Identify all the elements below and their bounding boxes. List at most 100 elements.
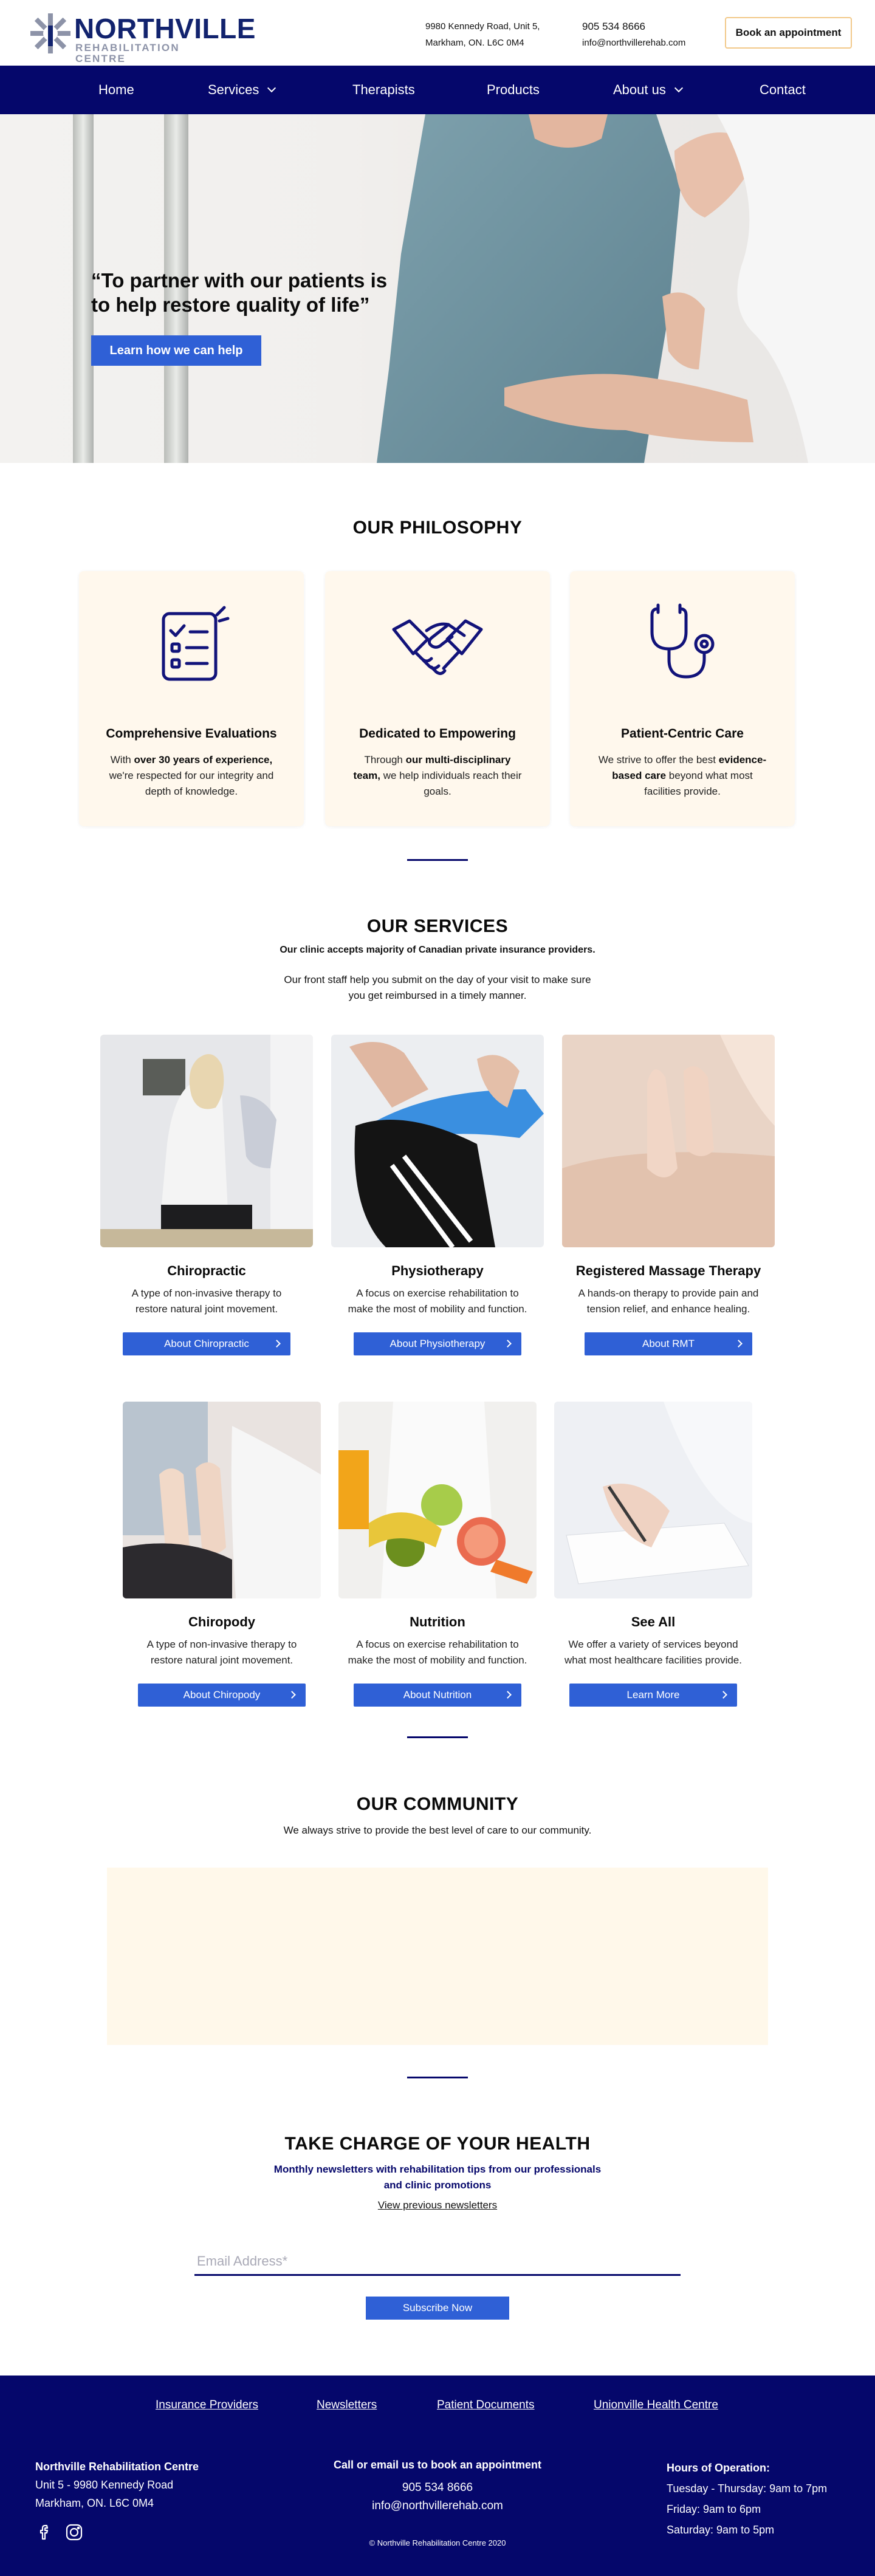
chiropractic-photo [100, 1035, 313, 1247]
service-title: Physiotherapy [391, 1263, 484, 1278]
book-appointment-button[interactable]: Book an appointment [725, 17, 852, 49]
address-line-1: 9980 Kennedy Road, Unit 5, [425, 21, 540, 32]
footer-link-unionville[interactable]: Unionville Health Centre [594, 2399, 718, 2412]
card-text-part: Through [364, 754, 406, 766]
nav-products[interactable]: Products [487, 66, 540, 114]
service-desc-line: A type of non-invasive therapy to [131, 1287, 282, 1299]
card-title: Dedicated to Empowering [359, 727, 516, 741]
nav-home-label: Home [98, 82, 134, 97]
hours-line: Saturday: 9am to 5pm [667, 2524, 775, 2536]
nav-about-label: About us [613, 82, 666, 97]
service-desc: A type of non-invasive therapy to restore… [123, 1637, 321, 1668]
service-desc-line: A type of non-invasive therapy to [146, 1639, 297, 1650]
service-desc-line: A focus on exercise rehabilitation to [356, 1639, 519, 1650]
staff-note-line: Our front staff help you submit on the d… [284, 974, 591, 985]
service-title: Chiropody [188, 1614, 255, 1629]
service-desc-line: We offer a variety of services beyond [568, 1639, 738, 1650]
service-desc-line: A hands-on therapy to provide pain and [578, 1287, 759, 1299]
service-title: Registered Massage Therapy [575, 1263, 761, 1278]
philosophy-card: Patient-Centric Care We strive to offer … [570, 571, 795, 826]
community-subtitle: We always strive to provide the best lev… [283, 1824, 592, 1836]
card-text-part: we help individuals reach their goals. [380, 770, 522, 797]
section-divider [407, 859, 468, 861]
logo-subtitle: REHABILITATION CENTRE [75, 42, 180, 64]
about-rmt-button[interactable]: About RMT [585, 1332, 752, 1355]
service-desc: A hands-on therapy to provide pain and te… [562, 1286, 775, 1317]
massage-photo [562, 1035, 775, 1247]
button-label: About Chiropody [183, 1689, 261, 1701]
newsletter-subtitle: Monthly newsletters with rehabilitation … [0, 2162, 875, 2193]
services-title: OUR SERVICES [366, 916, 509, 936]
learn-more-button[interactable]: Learn More [569, 1684, 737, 1707]
about-nutrition-button[interactable]: About Nutrition [354, 1684, 521, 1707]
main-nav: Home Services Therapists Products About … [0, 66, 875, 114]
site-header: NORTHVILLE REHABILITATION CENTRE 9980 Ke… [0, 0, 875, 66]
subscribe-button[interactable]: Subscribe Now [366, 2297, 509, 2320]
footer-link-newsletters[interactable]: Newsletters [317, 2399, 377, 2412]
card-text-bold: over 30 years of experience, [134, 754, 273, 766]
service-title: Nutrition [410, 1614, 465, 1629]
hero-banner: “To partner with our patients is to help… [0, 114, 875, 463]
logo-star-icon [30, 13, 70, 53]
nav-therapists[interactable]: Therapists [352, 66, 415, 114]
button-label: About Chiropractic [164, 1338, 249, 1349]
philosophy-card: Comprehensive Evaluations With over 30 y… [79, 571, 304, 826]
previous-newsletters-link-row: View previous newsletters [0, 2199, 875, 2211]
chevron-right-icon [735, 1340, 743, 1348]
nav-contact[interactable]: Contact [760, 66, 806, 114]
chevron-right-icon [504, 1691, 512, 1699]
about-chiropractic-button[interactable]: About Chiropractic [123, 1332, 290, 1355]
service-card-nutrition: Nutrition A focus on exercise rehabilita… [338, 1402, 537, 1711]
physiotherapy-photo [331, 1035, 544, 1247]
service-desc-line: what most healthcare facilities provide. [564, 1654, 742, 1666]
button-label: About RMT [642, 1338, 695, 1349]
chevron-right-icon [504, 1340, 512, 1348]
newsletter-subtitle-line: Monthly newsletters with rehabilitation … [273, 2163, 602, 2175]
footer-link-patient-documents[interactable]: Patient Documents [437, 2399, 535, 2412]
card-text-part: We strive to offer the best [598, 754, 719, 766]
chevron-right-icon [719, 1691, 727, 1699]
nav-services[interactable]: Services [208, 66, 276, 114]
hours-line: Tuesday - Thursday: 9am to 7pm [667, 2482, 828, 2495]
nav-home[interactable]: Home [98, 66, 134, 114]
learn-how-button[interactable]: Learn how we can help [91, 335, 261, 366]
service-desc: A type of non-invasive therapy to restore… [100, 1286, 313, 1317]
see-all-photo [554, 1402, 752, 1598]
card-text: With over 30 years of experience, we're … [103, 752, 280, 800]
header-phone[interactable]: 905 534 8666 [582, 18, 685, 35]
philosophy-title: OUR PHILOSOPHY [352, 518, 523, 538]
checklist-icon [162, 606, 230, 681]
chevron-right-icon [273, 1340, 281, 1348]
header-address: 9980 Kennedy Road, Unit 5, Markham, ON. … [425, 18, 540, 51]
service-desc-line: make the most of mobility and function. [348, 1654, 527, 1666]
nav-contact-label: Contact [760, 82, 806, 97]
stethoscope-icon [650, 603, 715, 679]
button-label: About Nutrition [403, 1689, 472, 1701]
footer-link-insurance[interactable]: Insurance Providers [156, 2399, 258, 2412]
chevron-down-icon [674, 83, 683, 93]
section-divider [407, 1736, 468, 1738]
about-physiotherapy-button[interactable]: About Physiotherapy [354, 1332, 521, 1355]
nav-therapists-label: Therapists [352, 82, 415, 97]
service-desc: A focus on exercise rehabilitation to mak… [331, 1286, 544, 1317]
service-title: Chiropractic [167, 1263, 246, 1278]
hours-line: Friday: 9am to 6pm [667, 2503, 761, 2515]
previous-newsletters-link[interactable]: View previous newsletters [378, 2199, 497, 2211]
service-desc: We offer a variety of services beyond wha… [554, 1637, 752, 1668]
card-title: Patient-Centric Care [621, 727, 744, 741]
site-logo[interactable]: NORTHVILLE REHABILITATION CENTRE [28, 11, 255, 64]
chevron-down-icon [267, 83, 276, 93]
staff-note: Our front staff help you submit on the d… [0, 972, 875, 1004]
nav-about[interactable]: About us [613, 66, 683, 114]
service-card-see-all: See All We offer a variety of services b… [554, 1402, 752, 1711]
site-footer: Insurance Providers Newsletters Patient … [0, 2376, 875, 2576]
header-contact: 905 534 8666 info@northvillerehab.com [582, 18, 685, 51]
hours-title: Hours of Operation: [667, 2462, 770, 2474]
nav-products-label: Products [487, 82, 540, 97]
email-input[interactable] [194, 2248, 681, 2276]
service-card-chiropractic: Chiropractic A type of non-invasive ther… [100, 1035, 313, 1357]
about-chiropody-button[interactable]: About Chiropody [138, 1684, 306, 1707]
service-desc: A focus on exercise rehabilitation to mak… [338, 1637, 537, 1668]
header-email[interactable]: info@northvillerehab.com [582, 35, 685, 51]
service-card-rmt: Registered Massage Therapy A hands-on th… [562, 1035, 775, 1357]
